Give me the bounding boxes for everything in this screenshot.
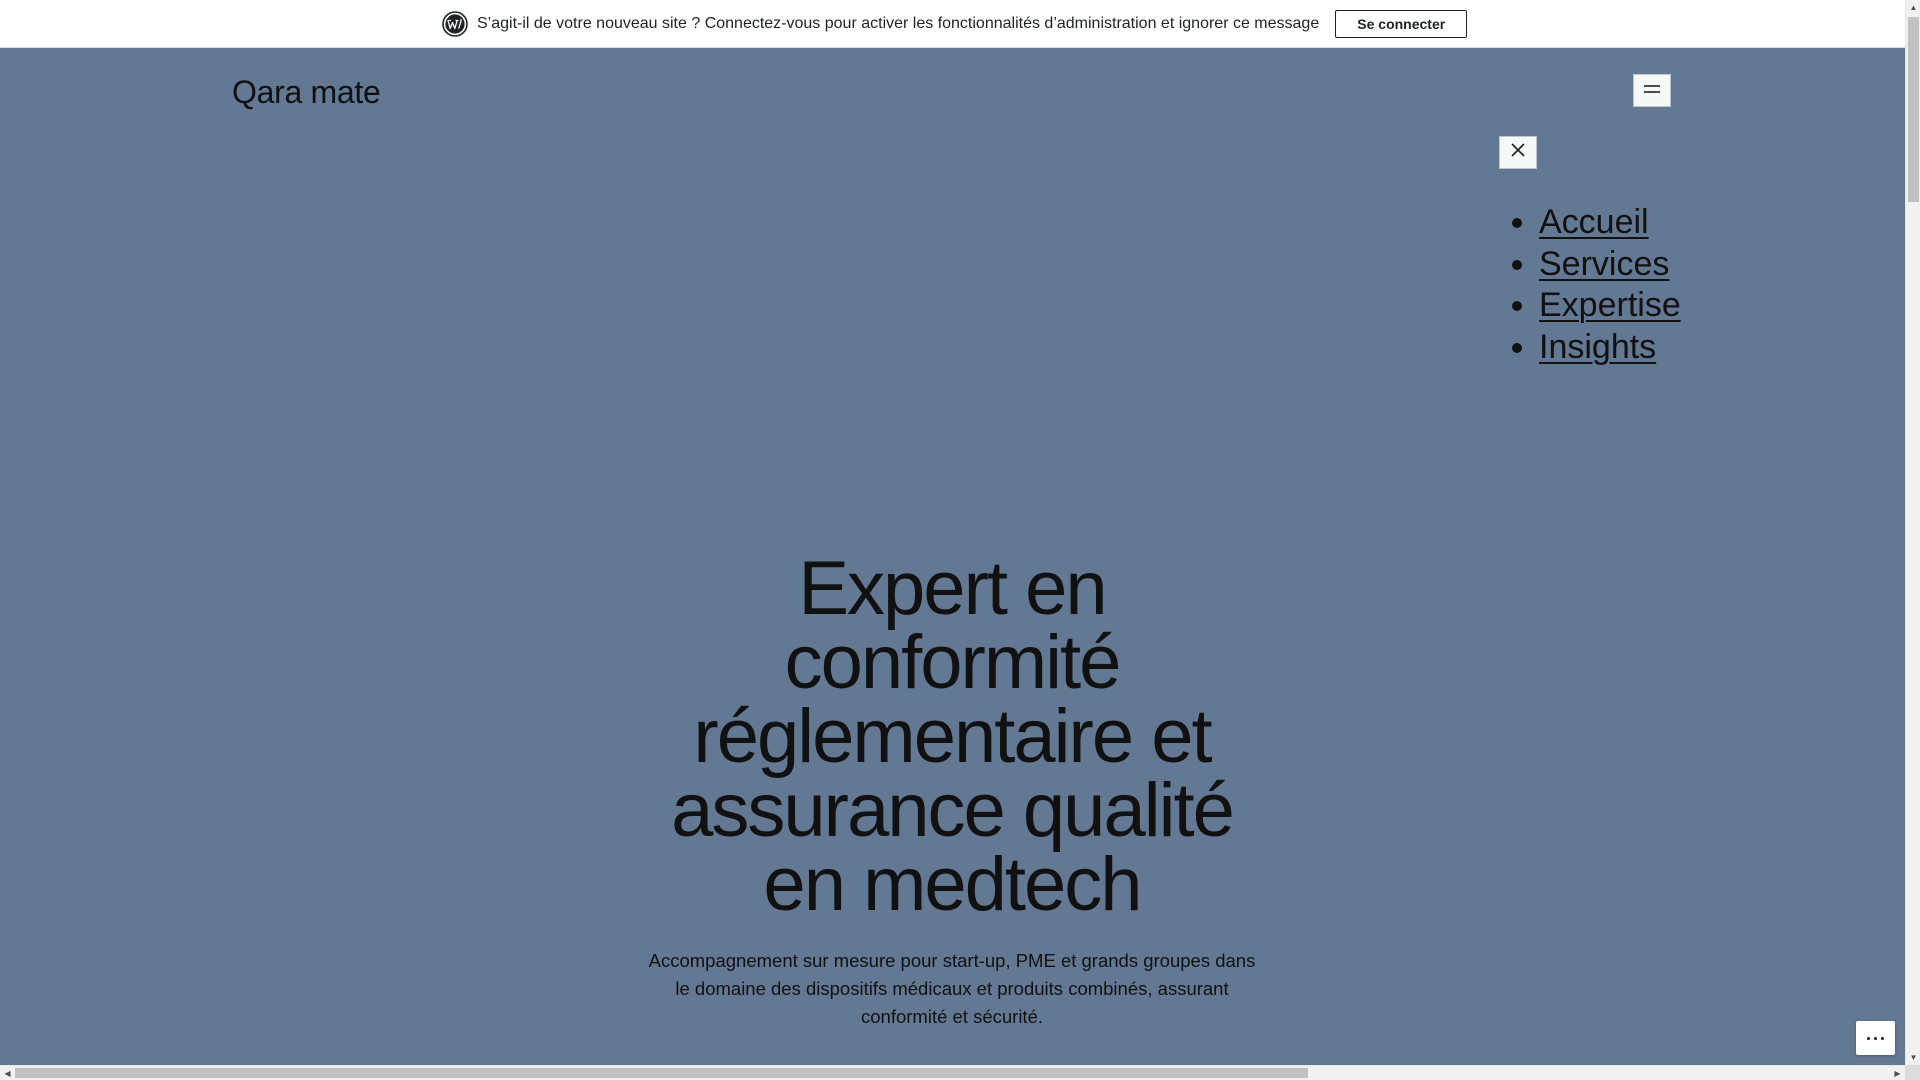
nav-link-accueil[interactable]: Accueil [1539,203,1649,241]
nav-item-accueil: Accueil [1539,202,1681,244]
nav-link-services[interactable]: Services [1539,245,1669,283]
admin-notice-bar: S’agit-il de votre nouveau site ? Connec… [0,0,1905,48]
admin-notice-text: S’agit-il de votre nouveau site ? Connec… [477,15,1320,32]
nav-link-insights[interactable]: Insights [1539,328,1656,366]
main-navigation: Accueil Services Expertise Insights [1516,202,1681,368]
nav-item-services: Services [1539,244,1681,286]
menu-open-button[interactable] [1633,74,1671,107]
vertical-scrollbar[interactable]: ▲ ▼ [1905,0,1920,1065]
nav-item-expertise: Expertise [1539,285,1681,327]
scroll-right-arrow-icon[interactable]: ▶ [1890,1066,1905,1080]
nav-item-insights: Insights [1539,327,1681,369]
login-button[interactable]: Se connecter [1335,10,1468,38]
scroll-up-arrow-icon[interactable]: ▲ [1906,0,1920,15]
hamburger-menu-icon [1643,82,1661,100]
horizontal-scrollbar-thumb[interactable] [15,1068,1308,1078]
scrollbar-corner [1905,1065,1920,1080]
scroll-left-arrow-icon[interactable]: ◀ [0,1066,15,1080]
hero-subheading: Accompagnement sur mesure pour start-up,… [648,950,1256,1027]
vertical-scrollbar-thumb[interactable] [1908,17,1919,202]
more-options-icon [1867,1036,1884,1040]
menu-close-button[interactable] [1499,136,1537,169]
wordpress-icon [442,11,468,37]
site-title[interactable]: Qara mate [232,74,381,111]
admin-notice-content: S’agit-il de votre nouveau site ? Connec… [442,10,1468,38]
close-icon [1510,142,1526,163]
hero-heading: Expert en conformité réglementaire et as… [671,546,1235,927]
nav-link-expertise[interactable]: Expertise [1539,286,1681,324]
horizontal-scrollbar[interactable]: ◀ ▶ [0,1065,1905,1080]
more-options-button[interactable] [1856,1021,1895,1055]
scroll-down-arrow-icon[interactable]: ▼ [1906,1050,1920,1065]
